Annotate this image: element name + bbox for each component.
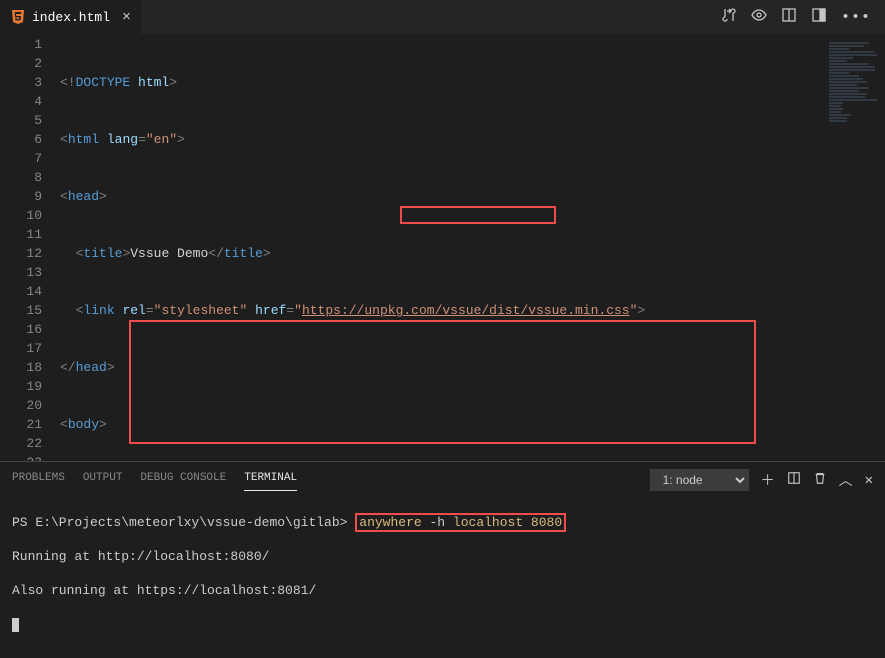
open-preview-icon[interactable] xyxy=(751,7,767,28)
maximize-panel-icon[interactable]: ︿ xyxy=(839,470,853,490)
tab-title: index.html xyxy=(32,10,110,25)
panel-tab-debug[interactable]: DEBUG CONSOLE xyxy=(140,472,226,491)
kill-terminal-icon[interactable] xyxy=(813,471,827,490)
new-terminal-icon[interactable]: ＋ xyxy=(761,470,775,490)
code-editor[interactable]: 1234567891011121314151617181920212223242… xyxy=(0,35,885,461)
panel-tab-problems[interactable]: PROBLEMS xyxy=(12,472,65,491)
panel-tab-output[interactable]: OUTPUT xyxy=(83,472,123,491)
compare-changes-icon[interactable] xyxy=(721,7,737,28)
panel-tabbar: PROBLEMS OUTPUT DEBUG CONSOLE TERMINAL 1… xyxy=(0,461,885,491)
highlight-box-terminal-cmd: anywhere -h localhost 8080 xyxy=(355,513,566,532)
terminal-selector[interactable]: 1: node xyxy=(650,469,749,491)
tag-html: html xyxy=(68,132,99,147)
terminal-output-line: Running at http://localhost:8080/ xyxy=(12,548,873,565)
split-terminal-icon[interactable] xyxy=(787,471,801,490)
editor-actions: ••• xyxy=(721,7,885,28)
terminal-prompt: PS E:\Projects\meteorlxy\vssue-demo\gitl… xyxy=(12,515,347,530)
editor-tabbar: index.html × ••• xyxy=(0,0,885,35)
panel-tab-terminal[interactable]: TERMINAL xyxy=(244,472,297,491)
terminal-output-line: Also running at https://localhost:8081/ xyxy=(12,582,873,599)
terminal[interactable]: PS E:\Projects\meteorlxy\vssue-demo\gitl… xyxy=(0,491,885,658)
split-editor-icon[interactable] xyxy=(811,7,827,28)
close-panel-icon[interactable]: ✕ xyxy=(865,472,873,489)
open-changes-icon[interactable] xyxy=(781,7,797,28)
highlight-box-script-src xyxy=(400,206,556,224)
terminal-cursor xyxy=(12,618,19,632)
close-tab-icon[interactable]: × xyxy=(122,9,131,26)
file-html-icon xyxy=(10,9,26,25)
file-tab-index-html[interactable]: index.html × xyxy=(0,0,141,35)
code-area[interactable]: <!DOCTYPE html> <html lang="en"> <head> … xyxy=(60,35,885,461)
more-icon[interactable]: ••• xyxy=(841,9,871,26)
line-number-gutter: 1234567891011121314151617181920212223242… xyxy=(0,35,60,461)
